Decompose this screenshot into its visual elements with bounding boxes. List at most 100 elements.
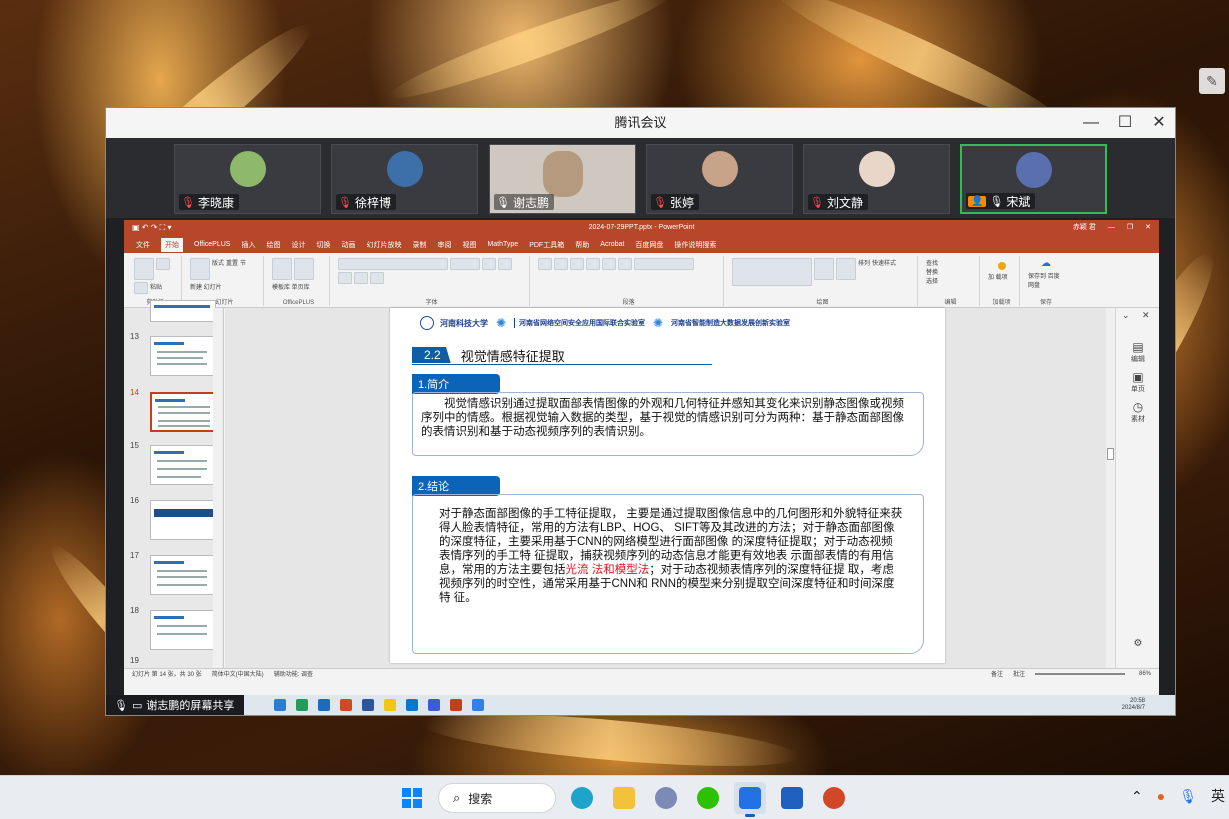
menu-file[interactable]: 文件 (136, 240, 150, 250)
taskbar-search[interactable]: ⌕ 搜索 (438, 783, 556, 813)
panel-single-page-button[interactable]: ▣ 单页 (1128, 370, 1148, 394)
slide-thumbnail[interactable] (150, 555, 216, 595)
app-button[interactable] (650, 782, 682, 814)
menu-pdf[interactable]: PDF工具箱 (529, 240, 564, 250)
comments-button[interactable]: 批注 (1013, 669, 1025, 678)
layout-label[interactable]: 版式 (212, 258, 224, 280)
slide-thumbnail-selected[interactable] (150, 392, 216, 432)
replace-button[interactable]: 替换 (926, 267, 975, 276)
wechat-button[interactable] (692, 782, 724, 814)
ppt-minimize-icon[interactable]: — (1108, 220, 1115, 236)
file-explorer-button[interactable] (608, 782, 640, 814)
zoom-slider[interactable] (1034, 672, 1125, 675)
indent-button[interactable] (570, 258, 584, 270)
minimize-button[interactable]: — (1083, 108, 1099, 138)
numbering-button[interactable] (554, 258, 568, 270)
participant-tile[interactable]: 🎙 刘文静 (803, 144, 950, 214)
menu-help[interactable]: 帮助 (575, 240, 589, 250)
bullets-button[interactable] (538, 258, 552, 270)
panel-edit-button[interactable]: ▤ 编辑 (1128, 340, 1148, 364)
slide-thumbnail[interactable] (150, 336, 216, 376)
menu-design[interactable]: 设计 (291, 240, 305, 250)
notes-button[interactable]: 备注 (991, 669, 1003, 678)
start-button[interactable] (396, 782, 428, 814)
app-button[interactable] (776, 782, 808, 814)
zoom-level[interactable]: 86% (1139, 671, 1151, 677)
thumbnail-row[interactable]: 19 (128, 656, 218, 668)
font-size-select[interactable] (450, 258, 480, 270)
menu-slideshow[interactable]: 幻灯片放映 (366, 240, 401, 250)
language-status[interactable]: 简体中文(中国大陆) (212, 669, 264, 678)
thumbnail-row[interactable]: 17 (128, 551, 218, 601)
menu-search[interactable]: 操作说明搜索 (674, 240, 716, 250)
menu-insert[interactable]: 插入 (241, 240, 255, 250)
menu-view[interactable]: 视图 (462, 240, 476, 250)
accessibility-status[interactable]: 辅助功能: 调查 (274, 669, 313, 678)
section-label[interactable]: 节 (240, 258, 246, 280)
participant-tile-active[interactable]: 👤 🎙 宋斌 (960, 144, 1107, 214)
new-slide-button[interactable] (190, 258, 210, 280)
menu-review[interactable]: 审阅 (437, 240, 451, 250)
font-color-button[interactable] (370, 272, 384, 284)
menu-transitions[interactable]: 切换 (316, 240, 330, 250)
ppt-close-icon[interactable]: ✕ (1145, 220, 1151, 236)
menu-acrobat[interactable]: Acrobat (600, 241, 624, 248)
select-button[interactable]: 选择 (926, 276, 975, 285)
menu-officeplus[interactable]: OfficePLUS (194, 241, 230, 248)
reset-label[interactable]: 重置 (226, 258, 238, 280)
slide-thumbnail[interactable] (150, 445, 216, 485)
single-page-button[interactable] (294, 258, 314, 280)
participant-tile[interactable]: 🎙 谢志鹏 (489, 144, 636, 214)
ppt-restore-icon[interactable]: ❐ (1127, 220, 1133, 236)
bold-button[interactable] (482, 258, 496, 270)
strikethrough-button[interactable] (354, 272, 368, 284)
microphone-icon[interactable]: 🎙 (1179, 788, 1197, 805)
align-left-button[interactable] (586, 258, 600, 270)
shapes-gallery[interactable] (732, 258, 812, 286)
thumbnail-row[interactable]: 16 (128, 496, 218, 546)
close-button[interactable]: ✕ (1151, 108, 1167, 138)
slide-thumbnail[interactable] (150, 610, 216, 650)
powerpoint-button[interactable] (818, 782, 850, 814)
italic-button[interactable] (498, 258, 512, 270)
align-right-button[interactable] (618, 258, 632, 270)
menu-record[interactable]: 录制 (412, 240, 426, 250)
thumbnail-row-selected[interactable]: 14 (128, 388, 218, 438)
menu-baidu[interactable]: 百度网盘 (635, 240, 663, 250)
baidu-cloud-icon[interactable]: ☁ (1041, 258, 1051, 269)
canvas-scrollbar[interactable] (1106, 308, 1115, 668)
find-button[interactable]: 查找 (926, 258, 975, 267)
quick-styles-button[interactable] (836, 258, 856, 280)
addin-icon[interactable] (997, 262, 1006, 270)
text-direction-button[interactable] (634, 258, 694, 270)
slide-thumbnail[interactable] (150, 500, 216, 540)
align-center-button[interactable] (602, 258, 616, 270)
panel-close-icon[interactable]: ✕ (1142, 310, 1150, 321)
copy-button[interactable] (134, 282, 148, 294)
edge-browser-button[interactable] (566, 782, 598, 814)
menu-draw[interactable]: 绘图 (266, 240, 280, 250)
participant-tile[interactable]: 🎙 李晓康 (174, 144, 321, 214)
template-library-button[interactable] (272, 258, 292, 280)
arrange-button[interactable] (814, 258, 834, 280)
paste-button[interactable] (134, 258, 154, 280)
cut-button[interactable] (156, 258, 170, 270)
scroll-thumb[interactable] (1107, 448, 1114, 460)
input-language[interactable]: 英 (1211, 786, 1225, 806)
menu-animations[interactable]: 动画 (341, 240, 355, 250)
thumbnail-row[interactable]: 15 (128, 441, 218, 491)
tencent-meeting-button[interactable] (734, 782, 766, 817)
thumbnail-row[interactable]: 18 (128, 606, 218, 656)
qq-icon[interactable]: ● (1157, 788, 1165, 804)
screen-share-label[interactable]: 🎙 ▭ 谢志鹏的屏幕共享 (106, 695, 245, 715)
floating-mic-icon[interactable]: ✎ (1199, 68, 1225, 94)
underline-button[interactable] (338, 272, 352, 284)
participant-tile[interactable]: 🎙 张婷 (646, 144, 793, 214)
ppt-quick-access[interactable]: ▣ ↶ ↷ ⛶ ▾ (132, 220, 171, 236)
menu-mathtype[interactable]: MathType (487, 241, 518, 248)
menu-home[interactable]: 开始 (161, 237, 183, 252)
maximize-button[interactable]: ☐ (1117, 108, 1133, 138)
thumbnail-scrollbar[interactable] (213, 308, 222, 668)
thumbnail-row[interactable]: 13 (128, 332, 218, 382)
panel-settings-icon[interactable]: ⚙ (1128, 638, 1148, 649)
